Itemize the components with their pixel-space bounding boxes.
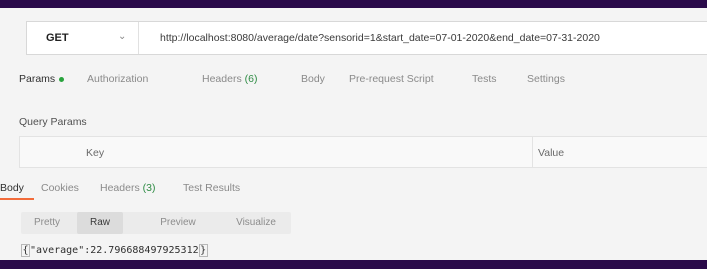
tab-settings[interactable]: Settings [527, 73, 565, 85]
url-input[interactable]: http://localhost:8080/average/date?senso… [160, 32, 600, 44]
column-header-value: Value [538, 147, 565, 159]
view-mode-selector: Pretty Raw Preview Visualize [21, 212, 291, 234]
tab-response-headers-count: (3) [142, 182, 156, 194]
chevron-down-icon: ⌄ [118, 31, 127, 42]
method-label: GET [46, 32, 69, 44]
view-raw[interactable]: Raw [77, 212, 123, 234]
tab-params-label: Params [19, 73, 56, 85]
request-tabs: Params Authorization Headers (6) Body Pr… [19, 73, 707, 93]
query-params-table: Key Value [19, 136, 707, 168]
close-brace: } [198, 244, 208, 257]
postman-panel: GET ⌄ http://localhost:8080/average/date… [0, 8, 707, 260]
tab-body[interactable]: Body [301, 73, 325, 85]
request-url-bar: GET ⌄ http://localhost:8080/average/date… [26, 21, 707, 55]
column-header-key: Key [86, 147, 105, 159]
column-divider [532, 137, 533, 167]
active-tab-underline [0, 198, 34, 200]
tab-response-body[interactable]: Body [0, 182, 24, 194]
tab-test-results[interactable]: Test Results [183, 182, 240, 194]
tab-params[interactable]: Params [19, 73, 65, 85]
tab-response-headers[interactable]: Headers (3) [100, 182, 155, 194]
tab-authorization[interactable]: Authorization [87, 73, 148, 85]
response-tabs: Body Cookies Headers (3) Test Results [0, 180, 707, 202]
query-params-title: Query Params [19, 116, 87, 128]
tab-headers-label: Headers [202, 73, 242, 85]
method-select[interactable]: GET ⌄ [27, 22, 139, 54]
open-brace: { [21, 244, 31, 257]
tab-cookies[interactable]: Cookies [41, 182, 79, 194]
tab-response-headers-label: Headers [100, 182, 140, 194]
params-active-dot-icon [59, 76, 65, 82]
view-pretty[interactable]: Pretty [21, 212, 73, 234]
tab-headers-count: (6) [244, 73, 258, 85]
view-preview[interactable]: Preview [145, 212, 211, 234]
tab-pre-request-script[interactable]: Pre-request Script [349, 73, 434, 85]
response-body[interactable]: {"average":22.796688497925312} [21, 244, 208, 257]
view-visualize[interactable]: Visualize [219, 212, 293, 234]
response-json: "average":22.796688497925312 [30, 245, 199, 256]
tab-tests[interactable]: Tests [472, 73, 497, 85]
tab-headers[interactable]: Headers (6) [202, 73, 257, 85]
